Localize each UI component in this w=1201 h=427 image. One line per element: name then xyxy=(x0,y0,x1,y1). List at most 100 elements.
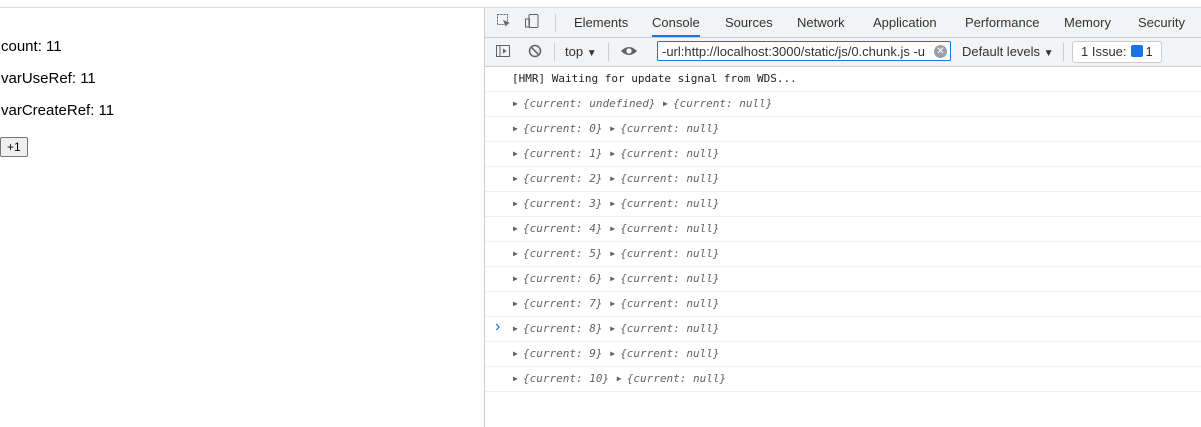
log-object-right[interactable]: {current: null} xyxy=(620,242,719,266)
log-object-left[interactable]: {current: 3} xyxy=(523,192,602,216)
log-object-right[interactable]: {current: null} xyxy=(620,192,719,216)
log-object-right[interactable]: {current: null} xyxy=(620,167,719,191)
console-message-hmr: [HMR] Waiting for update signal from WDS… xyxy=(485,67,1201,92)
log-object-left[interactable]: {current: 6} xyxy=(523,267,602,291)
expand-triangle-icon[interactable]: ▶ xyxy=(513,167,518,191)
log-object-left[interactable]: {current: 7} xyxy=(523,292,602,316)
expand-triangle-icon[interactable]: ▶ xyxy=(610,292,615,316)
hmr-message: [HMR] Waiting for update signal from WDS… xyxy=(512,72,797,85)
device-toolbar-icon[interactable] xyxy=(524,13,540,32)
log-object-right[interactable]: {current: null} xyxy=(673,92,772,116)
log-object-left[interactable]: {current: 1} xyxy=(523,142,602,166)
expand-triangle-icon[interactable]: ▶ xyxy=(513,117,518,141)
log-object-left[interactable]: {current: 4} xyxy=(523,217,602,241)
tab-divider xyxy=(555,14,556,32)
log-object-left[interactable]: {current: 9} xyxy=(523,342,602,366)
devtools-panel: Elements Console Sources Network Applica… xyxy=(484,8,1201,427)
log-object-right[interactable]: {current: null} xyxy=(620,342,719,366)
devtools-tabbar: Elements Console Sources Network Applica… xyxy=(485,8,1201,38)
log-object-left[interactable]: {current: 10} xyxy=(523,367,609,391)
log-object-right[interactable]: {current: null} xyxy=(620,142,719,166)
log-object-right[interactable]: {current: null} xyxy=(627,367,726,391)
count-text: count: 11 xyxy=(1,38,62,55)
expand-triangle-icon[interactable]: ▶ xyxy=(513,242,518,266)
expand-triangle-icon[interactable]: ▶ xyxy=(610,342,615,366)
tab-sources[interactable]: Sources xyxy=(725,8,773,37)
issues-count: 1 xyxy=(1145,44,1153,59)
inspect-element-icon[interactable] xyxy=(496,13,512,32)
use-ref-text: varUseRef: 11 xyxy=(1,70,96,87)
chevron-down-icon: ▼ xyxy=(1043,48,1054,59)
filter-value: -url:http://localhost:3000/static/js/0.c… xyxy=(662,44,926,59)
expand-triangle-icon[interactable]: ▶ xyxy=(513,342,518,366)
context-select[interactable]: top ▼ xyxy=(565,44,597,59)
toolbar-divider xyxy=(554,43,555,61)
log-object-right[interactable]: {current: null} xyxy=(620,317,719,341)
tab-application[interactable]: Application xyxy=(873,8,937,37)
log-levels-dropdown[interactable]: Default levels ▼ xyxy=(962,44,1054,59)
tab-performance[interactable]: Performance xyxy=(965,8,1039,37)
expand-triangle-icon[interactable]: ▶ xyxy=(513,317,518,341)
expand-triangle-icon[interactable]: ▶ xyxy=(513,217,518,241)
issues-button[interactable]: 1 Issue: 1 xyxy=(1072,41,1162,63)
expand-triangle-icon[interactable]: ▶ xyxy=(663,92,668,116)
console-prompt[interactable]: › xyxy=(495,318,500,336)
console-log-row: ▶ {current: 10} ▶ {current: null} xyxy=(485,367,1201,392)
expand-triangle-icon[interactable]: ▶ xyxy=(610,267,615,291)
log-object-right[interactable]: {current: null} xyxy=(620,292,719,316)
console-log-row: ▶ {current: 1} ▶ {current: null} xyxy=(485,142,1201,167)
console-log-row: ▶ {current: 5} ▶ {current: null} xyxy=(485,242,1201,267)
expand-triangle-icon[interactable]: ▶ xyxy=(617,367,622,391)
expand-triangle-icon[interactable]: ▶ xyxy=(610,117,615,141)
expand-triangle-icon[interactable]: ▶ xyxy=(513,292,518,316)
console-log-row: ▶ {current: 9} ▶ {current: null} xyxy=(485,342,1201,367)
console-log-row: ▶ {current: 4} ▶ {current: null} xyxy=(485,217,1201,242)
context-value: top xyxy=(565,44,584,59)
expand-triangle-icon[interactable]: ▶ xyxy=(513,92,518,116)
toolbar-divider xyxy=(608,43,609,61)
console-log-row: ▶ {current: 2} ▶ {current: null} xyxy=(485,167,1201,192)
tab-network[interactable]: Network xyxy=(797,8,845,37)
expand-triangle-icon[interactable]: ▶ xyxy=(513,267,518,291)
expand-triangle-icon[interactable]: ▶ xyxy=(610,167,615,191)
expand-triangle-icon[interactable]: ▶ xyxy=(610,242,615,266)
log-object-left[interactable]: {current: 5} xyxy=(523,242,602,266)
log-object-right[interactable]: {current: null} xyxy=(620,217,719,241)
expand-triangle-icon[interactable]: ▶ xyxy=(610,142,615,166)
create-ref-text: varCreateRef: 11 xyxy=(1,102,115,119)
tab-security[interactable]: Security xyxy=(1138,8,1185,37)
tab-memory[interactable]: Memory xyxy=(1064,8,1111,37)
app-page: count: 11 varUseRef: 11 varCreateRef: 11… xyxy=(0,8,484,427)
chevron-down-icon: ▼ xyxy=(586,48,597,59)
toolbar-divider xyxy=(1063,43,1064,61)
tab-console[interactable]: Console xyxy=(652,8,700,37)
log-object-left[interactable]: {current: 8} xyxy=(523,317,602,341)
expand-triangle-icon[interactable]: ▶ xyxy=(513,192,518,216)
expand-triangle-icon[interactable]: ▶ xyxy=(610,217,615,241)
log-object-left[interactable]: {current: 2} xyxy=(523,167,602,191)
log-object-right[interactable]: {current: null} xyxy=(620,267,719,291)
browser-top-edge xyxy=(0,0,1201,8)
sidebar-toggle-icon[interactable] xyxy=(495,43,511,62)
console-filter-input[interactable]: -url:http://localhost:3000/static/js/0.c… xyxy=(657,41,951,61)
expand-triangle-icon[interactable]: ▶ xyxy=(610,192,615,216)
log-object-left[interactable]: {current: undefined} xyxy=(523,92,655,116)
console-toolbar: top ▼ -url:http://localhost:3000/static/… xyxy=(485,38,1201,67)
console-log-row: ▶ {current: 0} ▶ {current: null} xyxy=(485,117,1201,142)
log-object-left[interactable]: {current: 0} xyxy=(523,117,602,141)
log-object-right[interactable]: {current: null} xyxy=(620,117,719,141)
tab-elements[interactable]: Elements xyxy=(574,8,628,37)
console-log-row: ▶ {current: 6} ▶ {current: null} xyxy=(485,267,1201,292)
live-expression-eye-icon[interactable] xyxy=(620,44,638,61)
console-log-row: ▶ {current: 3} ▶ {current: null} xyxy=(485,192,1201,217)
clear-filter-icon[interactable]: ✕ xyxy=(934,45,947,58)
expand-triangle-icon[interactable]: ▶ xyxy=(610,317,615,341)
console-log-row: ▶ {current: 7} ▶ {current: null} xyxy=(485,292,1201,317)
expand-triangle-icon[interactable]: ▶ xyxy=(513,367,518,391)
increment-button[interactable]: +1 xyxy=(0,137,28,157)
console-log-row: ▶ {current: undefined} ▶ {current: null} xyxy=(485,92,1201,117)
expand-triangle-icon[interactable]: ▶ xyxy=(513,142,518,166)
issues-label: 1 Issue: xyxy=(1081,44,1127,59)
clear-console-icon[interactable] xyxy=(527,43,543,62)
console-log: [HMR] Waiting for update signal from WDS… xyxy=(485,67,1201,392)
